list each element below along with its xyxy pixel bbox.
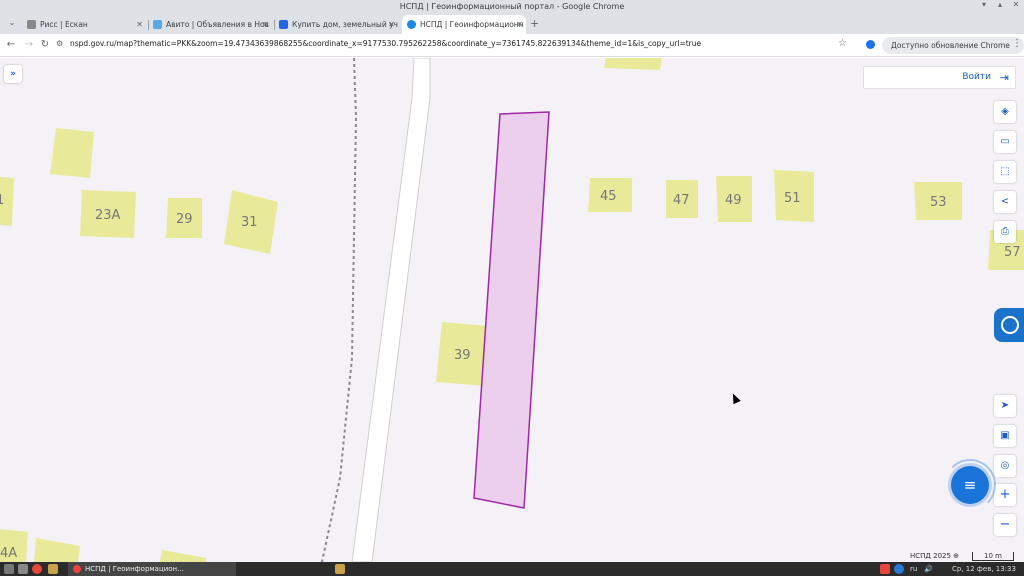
- map-canvas[interactable]: 23А 29 31 39 45 47 49 51 53 57 1 4А: [0, 58, 1024, 562]
- tab-label: Рисс | Ескан: [40, 20, 88, 29]
- scale-bar: 10 m: [972, 552, 1014, 561]
- apps-menu-icon[interactable]: [4, 564, 14, 574]
- share-icon[interactable]: <: [994, 191, 1016, 213]
- new-tab-button[interactable]: +: [530, 15, 539, 32]
- road: [351, 58, 431, 562]
- select-area-icon[interactable]: ⬚: [994, 161, 1016, 183]
- building-label: 4А: [0, 546, 17, 561]
- building-top[interactable]: [604, 58, 662, 70]
- tab-label: НСПД | Геоинформационн: [420, 20, 524, 29]
- maximize-icon[interactable]: ▴: [992, 0, 1008, 13]
- forward-icon[interactable]: →: [22, 38, 36, 52]
- chat-icon[interactable]: ≡: [951, 466, 989, 504]
- building-bottom-2[interactable]: [160, 550, 206, 562]
- building-label: 1: [0, 193, 4, 208]
- ruler-icon[interactable]: ▭: [994, 131, 1016, 153]
- map-layer: 23А 29 31 39 45 47 49 51 53 57 1 4А: [0, 58, 1024, 562]
- site-info-icon[interactable]: ⚙: [56, 39, 63, 48]
- close-tab-icon[interactable]: ✕: [516, 15, 523, 34]
- dashed-boundary-line: [321, 58, 358, 562]
- login-button[interactable]: Войти ⇥: [863, 66, 1016, 89]
- tab-favicon-icon: [153, 20, 162, 29]
- basemap-icon[interactable]: ▣: [994, 425, 1016, 447]
- window-controls: ▾ ▴ ✕: [976, 0, 1024, 13]
- tab-avito[interactable]: Авито | Объявления в Нов ✕: [148, 15, 272, 34]
- tab-nspd[interactable]: НСПД | Геоинформационн ✕: [402, 15, 526, 34]
- browser-toolbar: ← → ↻ ⚙ nspd.gov.ru/map?thematic=PKK&zoo…: [0, 34, 1024, 57]
- bookmark-star-icon[interactable]: ☆: [838, 38, 847, 49]
- print-icon[interactable]: ⎙: [994, 221, 1016, 243]
- tab-strip: ⌄ Рисс | Ескан ✕ Авито | Объявления в Но…: [0, 13, 1024, 34]
- taskbar-task-chrome[interactable]: НСПД | Геоинформацион...: [68, 562, 236, 576]
- layers-icon[interactable]: ◈: [994, 101, 1016, 123]
- chrome-icon[interactable]: [32, 564, 42, 574]
- close-tab-icon[interactable]: ✕: [388, 15, 395, 34]
- close-tab-icon[interactable]: ✕: [262, 15, 269, 34]
- tab-favicon-icon: [407, 20, 416, 29]
- back-icon[interactable]: ←: [4, 38, 18, 52]
- files-icon[interactable]: [18, 564, 28, 574]
- chrome-update-button[interactable]: Доступно обновление Chrome: [882, 37, 1024, 54]
- tray-app-icon[interactable]: [880, 564, 890, 574]
- minimize-icon[interactable]: ▾: [976, 0, 992, 13]
- assistant-tab-button[interactable]: [994, 308, 1024, 342]
- tab-ruscan[interactable]: Рисс | Ескан ✕: [22, 15, 146, 34]
- tab-search-icon[interactable]: ⌄: [4, 16, 20, 30]
- building-label: 39: [454, 348, 471, 363]
- locate-icon[interactable]: ➤: [994, 395, 1016, 417]
- expand-panel-button[interactable]: »: [4, 65, 22, 83]
- tab-favicon-icon: [279, 20, 288, 29]
- zoom-in-button[interactable]: +: [994, 484, 1016, 506]
- building-bottom[interactable]: [34, 538, 80, 562]
- assistant-icon: [1001, 316, 1019, 334]
- building-label: 49: [725, 193, 742, 208]
- building-unlabeled[interactable]: [50, 128, 94, 178]
- land-parcel[interactable]: [473, 111, 550, 509]
- folder-icon[interactable]: [335, 564, 345, 574]
- window-title: НСПД | Геоинформационный портал - Google…: [0, 0, 1024, 13]
- tab-label: Авито | Объявления в Нов: [166, 20, 269, 29]
- building-label: 53: [930, 195, 947, 210]
- clock[interactable]: Ср, 12 фев, 13:33: [952, 562, 1016, 576]
- volume-icon[interactable]: 🔊: [924, 562, 933, 576]
- building-label: 57: [1004, 245, 1021, 260]
- zoom-out-button[interactable]: −: [994, 514, 1016, 536]
- browser-menu-icon[interactable]: ⋮: [1012, 38, 1022, 49]
- building-label: 29: [176, 212, 193, 227]
- building-label: 31: [241, 215, 258, 230]
- address-bar[interactable]: nspd.gov.ru/map?thematic=PKK&zoom=19.473…: [70, 39, 701, 48]
- building-label: 23А: [95, 208, 121, 223]
- profile-avatar[interactable]: [866, 40, 875, 49]
- geolocation-icon[interactable]: ◎: [994, 455, 1016, 477]
- tab-favicon-icon: [27, 20, 36, 29]
- login-label: Войти: [962, 72, 991, 82]
- tab-label: Купить дом, земельный уч: [292, 20, 398, 29]
- keyboard-layout[interactable]: ru: [910, 562, 917, 576]
- close-icon[interactable]: ✕: [1008, 0, 1024, 13]
- copyright-label: НСПД 2025 ⊕: [910, 552, 960, 560]
- tray-network-icon[interactable]: [894, 564, 904, 574]
- close-tab-icon[interactable]: ✕: [136, 15, 143, 34]
- folder-icon[interactable]: [48, 564, 58, 574]
- os-taskbar: НСПД | Геоинформацион... ru 🔊 Ср, 12 фев…: [0, 562, 1024, 576]
- building-label: 45: [600, 189, 617, 204]
- reload-icon[interactable]: ↻: [38, 38, 52, 52]
- login-icon: ⇥: [999, 71, 1009, 84]
- building-label: 51: [784, 191, 801, 206]
- building-label: 47: [673, 193, 690, 208]
- tab-buy-house[interactable]: Купить дом, земельный уч ✕: [274, 15, 398, 34]
